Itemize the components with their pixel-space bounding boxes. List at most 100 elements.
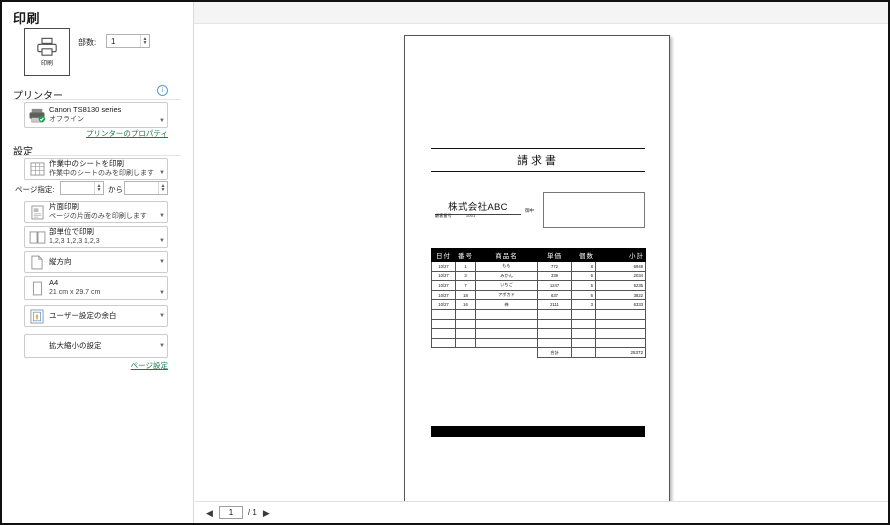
invoice-table: 日付 番号 商品名 単価 個数 小計 10/27 1 もも 772 8 6948 10/27… (431, 248, 646, 359)
table-cell: 637 (537, 289, 572, 301)
table-cell-empty (537, 337, 572, 349)
table-cell: 16 (455, 299, 476, 310)
total-qty-spacer (571, 347, 596, 359)
table-row-empty (431, 308, 646, 320)
printer-properties-link[interactable]: プリンターのプロパティ (84, 128, 168, 139)
chevron-down-icon: ▼ (159, 343, 165, 349)
table-cell-empty (537, 308, 572, 320)
print-preview-window: 印刷 印刷 部数: 1 ▲ ▼ プリンター i Canon TS8130 ser… (0, 0, 890, 525)
table-cell: 7 (455, 280, 476, 291)
table-cell: 10/27 (431, 289, 456, 301)
table-cell: 1 (455, 261, 476, 272)
setting-duplex-line2: ページの片面のみを印刷します (49, 213, 147, 220)
setting-margins[interactable]: ユーザー設定の余白 ▼ (24, 305, 168, 327)
table-cell: 6948 (595, 261, 646, 272)
table-cell: 10/27 (431, 270, 456, 282)
setting-paper-size[interactable]: A4 21 cm x 29.7 cm ▼ (24, 276, 168, 300)
pagination-bar: ◀ 1 / 1 ▶ (195, 501, 888, 523)
info-icon[interactable]: i (157, 85, 168, 96)
setting-duplex[interactable]: 片面印刷 ページの片面のみを印刷します ▼ (24, 201, 168, 223)
table-cell: 10/27 (431, 261, 456, 272)
customer-number-value: 1001 (465, 213, 476, 218)
settings-section-rule (13, 155, 181, 156)
table-cell-empty (571, 308, 596, 320)
page-setup-link[interactable]: ページ設定 (112, 360, 168, 371)
page-range-from-arrows[interactable]: ▲ ▼ (94, 182, 103, 194)
margins-icon (25, 309, 49, 324)
table-cell-empty (475, 318, 538, 330)
chevron-down-icon: ▼ (159, 238, 165, 244)
invoice-table-body: 10/27 1 もも 772 8 6948 10/27 3 みかん 339 6 2034 10/27 7 い… (431, 261, 646, 359)
chevron-down-icon: ▼ (159, 259, 165, 265)
copies-spinner-arrows[interactable]: ▲ ▼ (140, 35, 149, 47)
table-cell: 6333 (595, 299, 646, 310)
print-button-label: 印刷 (40, 61, 53, 67)
table-cell-empty (455, 308, 476, 320)
portrait-icon (25, 255, 49, 270)
table-cell: 3822 (595, 289, 646, 301)
total-value: 25372 (595, 347, 646, 359)
setting-print-what[interactable]: 作業中のシートを印刷 作業中のシートのみを印刷します ▼ (24, 158, 168, 180)
prev-page-arrow-icon[interactable]: ◀ (205, 508, 214, 518)
table-cell: 1247 (537, 280, 572, 291)
table-row: 10/27 16 柿 2111 3 6333 (431, 299, 646, 310)
table-cell-empty (595, 337, 646, 349)
table-cell: 772 (537, 261, 572, 272)
printer-select[interactable]: Canon TS8130 series オフライン ▼ (24, 102, 168, 128)
invoice-sheet: 請求書 株式会社ABC 御中 顧客番号1001 日付 番号 商品名 単価 個数 (405, 36, 669, 501)
table-row: 10/27 1 もも 772 8 6948 (431, 261, 646, 272)
table-cell-empty (475, 328, 538, 339)
table-cell: 6 (571, 270, 596, 282)
setting-collate[interactable]: 部単位で印刷 1,2,3 1,2,3 1,2,3 ▼ (24, 226, 168, 248)
preview-page: 請求書 株式会社ABC 御中 顧客番号1001 日付 番号 商品名 単価 個数 (404, 35, 670, 501)
table-cell-empty (475, 337, 538, 349)
table-cell: 2034 (595, 270, 646, 282)
page-range-from-input[interactable]: ▲ ▼ (60, 181, 104, 195)
table-cell: アボカド (475, 289, 538, 301)
print-button[interactable]: 印刷 (24, 28, 70, 76)
table-cell: 柿 (475, 299, 538, 310)
page-range-to-arrows[interactable]: ▲ ▼ (158, 182, 167, 194)
table-cell-empty (431, 328, 456, 339)
next-page-arrow-icon[interactable]: ▶ (262, 508, 271, 518)
table-cell-empty (595, 328, 646, 339)
total-row-spacer (456, 348, 476, 358)
copies-stepper[interactable]: 1 ▲ ▼ (106, 34, 150, 48)
table-cell-empty (571, 328, 596, 339)
table-cell: みかん (475, 270, 538, 282)
setting-orientation[interactable]: 縦方向 ▼ (24, 251, 168, 273)
collate-icon (25, 231, 49, 244)
table-cell: 18 (455, 289, 476, 301)
col-header-price: 単価 (537, 248, 572, 262)
table-cell: 3 (455, 270, 476, 282)
printer-name: Canon TS8130 series (49, 105, 122, 114)
table-cell-empty (431, 337, 456, 349)
setting-print-what-line1: 作業中のシートを印刷 (49, 159, 124, 168)
table-cell: いちご (475, 280, 538, 291)
table-cell: 8 (571, 261, 596, 272)
table-cell-empty (537, 328, 572, 339)
copies-value: 1 (111, 36, 116, 46)
table-cell-empty (475, 308, 538, 320)
table-cell: 5 (571, 280, 596, 291)
col-header-qty: 個数 (571, 248, 596, 262)
table-cell-empty (431, 318, 456, 330)
total-label: 合計 (537, 347, 572, 359)
printer-icon (37, 37, 57, 56)
chevron-down-icon: ▼ (159, 170, 165, 176)
table-cell: 10/27 (431, 280, 456, 291)
page-number-input[interactable]: 1 (218, 506, 243, 519)
setting-paper-size-line1: A4 (49, 278, 59, 287)
page-range-to-input[interactable]: ▲ ▼ (124, 181, 168, 195)
table-row-empty (431, 318, 646, 330)
table-total-row: 合計 25372 (432, 347, 646, 359)
table-cell: 10/27 (431, 299, 456, 310)
page-range-separator: から (108, 185, 123, 194)
copies-label: 部数: (78, 38, 97, 47)
table-cell-empty (455, 337, 476, 349)
table-row-empty (431, 337, 646, 349)
table-cell-empty (571, 337, 596, 349)
setting-scaling[interactable]: 拡大縮小の設定 ▼ (24, 334, 168, 358)
invoice-title: 請求書 (431, 148, 645, 172)
table-cell-empty (571, 318, 596, 330)
